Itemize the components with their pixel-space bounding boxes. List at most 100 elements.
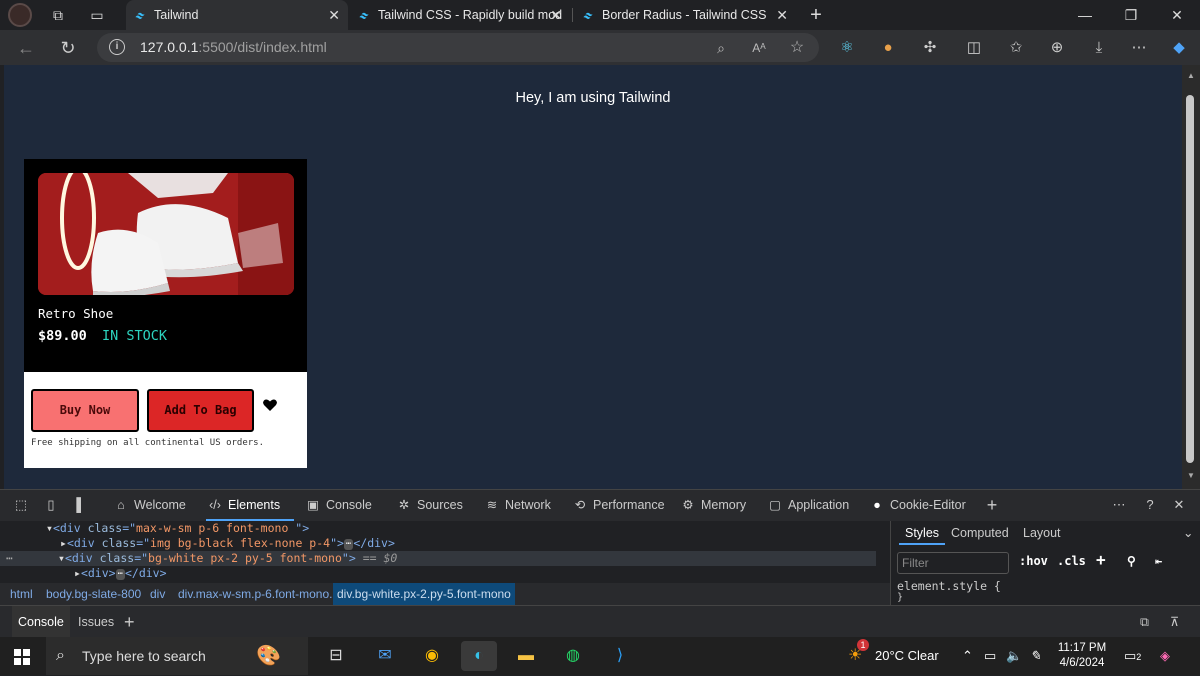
page-scrollbar[interactable]: ▲ ▼	[1182, 65, 1200, 489]
paint-icon[interactable]: ⚲	[1127, 554, 1136, 568]
minimize-button[interactable]: —	[1062, 0, 1108, 30]
breadcrumb-item[interactable]: div	[146, 583, 169, 605]
close-tab-icon[interactable]: ✕	[550, 0, 562, 30]
collapsed-ellipsis[interactable]: ⋯	[343, 539, 354, 550]
tab-styles[interactable]: Styles	[899, 521, 946, 545]
url-text[interactable]: 127.0.0.1:5500/dist/index.html	[140, 33, 327, 62]
chevron-up-icon[interactable]: ⌃	[962, 637, 973, 675]
dom-node[interactable]: ▾<div class="max-w-sm p-6 font-mono ">	[0, 521, 309, 536]
hover-state-toggle[interactable]: :hov	[1019, 554, 1048, 568]
devtools-tab-welcome[interactable]: ⌂ Welcome	[112, 490, 186, 521]
devtools-tab-performance[interactable]: ⟲ Performance	[571, 490, 665, 521]
devtools-menu-icon[interactable]: ⋯	[1110, 496, 1128, 514]
new-tab-button[interactable]: +	[806, 5, 826, 25]
more-tools-icon[interactable]: +	[983, 496, 1001, 514]
battery-icon[interactable]: ▭	[984, 637, 996, 675]
favorite-star-icon[interactable]: ☆	[787, 38, 807, 58]
workspaces-icon[interactable]: ⧉	[48, 5, 68, 25]
dock-side-icon[interactable]: ▌	[72, 496, 90, 514]
node-options-icon[interactable]: ⋯	[6, 551, 13, 566]
breadcrumb-item[interactable]: div.max-w-sm.p-6.font-mono.	[174, 583, 336, 605]
chrome-icon[interactable]: ◉	[414, 641, 450, 671]
tab-actions-icon[interactable]: ▭	[87, 5, 107, 25]
device-toolbar-icon[interactable]: ▯	[42, 496, 60, 514]
edge-icon[interactable]: ◐	[461, 641, 497, 671]
add-drawer-tab-icon[interactable]: +	[118, 606, 141, 638]
taskbar-search[interactable]: ⌕ Type here to search 🎨	[46, 637, 308, 675]
volume-icon[interactable]: 🔈	[1006, 637, 1022, 675]
devtools-tab-console[interactable]: ▣ Console	[304, 490, 372, 521]
breadcrumb-item[interactable]: body.bg-slate-800	[42, 583, 145, 605]
file-explorer-icon[interactable]: ▬	[508, 641, 544, 671]
styles-filter-input[interactable]: Filter	[897, 552, 1009, 574]
drawer-tab-issues[interactable]: Issues	[72, 606, 120, 638]
tab-tailwind[interactable]: Tailwind ✕	[126, 0, 348, 30]
copilot-taskbar-icon[interactable]: ◈	[1160, 637, 1170, 675]
site-info-icon[interactable]: i	[109, 39, 125, 55]
drawer-tab-console[interactable]: Console	[12, 606, 70, 638]
devtools-tab-cookie-editor[interactable]: ● Cookie-Editor	[868, 490, 966, 521]
restore-button[interactable]: ❐	[1108, 0, 1154, 30]
inspect-element-icon[interactable]: ⬚	[12, 496, 30, 514]
breadcrumb-item-selected[interactable]: div.bg-white.px-2.py-5.font-mono	[333, 583, 515, 605]
refresh-icon[interactable]: ↻	[57, 37, 79, 59]
buy-now-button[interactable]: Buy Now	[31, 389, 139, 432]
add-to-bag-button[interactable]: Add To Bag	[147, 389, 254, 432]
react-devtools-icon[interactable]: ⚛	[836, 37, 858, 59]
downloads-icon[interactable]: ⤓	[1088, 37, 1110, 59]
whatsapp-icon[interactable]: ◍	[555, 641, 591, 671]
devtools-tab-network[interactable]: ≋ Network	[483, 490, 551, 521]
split-screen-icon[interactable]: ◫	[963, 37, 985, 59]
devtools-tab-memory[interactable]: ⚙ Memory	[679, 490, 746, 521]
scroll-up-icon[interactable]: ▲	[1186, 71, 1196, 80]
class-toggle[interactable]: .cls	[1057, 554, 1086, 568]
windows-start-icon[interactable]	[14, 649, 30, 665]
sidebar-toggle-icon[interactable]: ⇤	[1155, 554, 1162, 568]
cookie-icon[interactable]: ●	[877, 37, 899, 59]
more-menu-icon[interactable]: ⋯	[1128, 37, 1150, 59]
scrollbar-thumb[interactable]	[1186, 95, 1194, 463]
breadcrumb-item[interactable]: html	[6, 583, 37, 605]
zoom-icon[interactable]: ⌕	[711, 38, 731, 58]
close-tab-icon[interactable]: ✕	[776, 0, 788, 30]
tab-computed[interactable]: Computed	[945, 521, 1015, 545]
mail-icon[interactable]: ✉	[367, 641, 403, 671]
weather-text[interactable]: 20°C Clear	[875, 637, 939, 675]
tab-tailwind-docs[interactable]: Tailwind CSS - Rapidly build mod ✕	[350, 0, 570, 30]
chip-icon: ⚙	[682, 498, 694, 512]
heart-icon[interactable]	[262, 397, 278, 413]
devtools-tab-application[interactable]: ▢ Application	[766, 490, 849, 521]
notifications-icon[interactable]: ▭2	[1124, 637, 1141, 675]
address-bar[interactable]: i 127.0.0.1:5500/dist/index.html ⌕ Aᴬ ☆	[97, 33, 819, 62]
collections-icon[interactable]: ⊕	[1046, 37, 1068, 59]
vscode-icon[interactable]: ⟩	[602, 641, 638, 671]
pen-icon[interactable]: ✎	[1030, 637, 1041, 675]
close-tab-icon[interactable]: ✕	[328, 0, 340, 30]
new-style-rule-icon[interactable]: +	[1096, 550, 1106, 569]
close-window-button[interactable]: ✕	[1154, 0, 1200, 30]
back-icon[interactable]: ←	[15, 37, 37, 59]
help-icon[interactable]: ?	[1141, 496, 1159, 514]
dock-drawer-icon[interactable]: ⧉	[1134, 606, 1155, 638]
collapse-drawer-icon[interactable]: ⊼	[1164, 606, 1185, 638]
tab-border-radius[interactable]: Border Radius - Tailwind CSS ✕	[574, 0, 796, 30]
dom-node[interactable]: ▸<div> ⋯ </div>	[0, 566, 167, 581]
copilot-icon[interactable]: ◆	[1168, 37, 1190, 59]
profile-avatar[interactable]	[8, 3, 32, 27]
devtools-tab-sources[interactable]: ✲ Sources	[395, 490, 463, 521]
task-view-icon[interactable]: ⊟	[318, 641, 354, 671]
tab-layout[interactable]: Layout	[1017, 521, 1067, 545]
devtools-tab-elements[interactable]: ‹/› Elements	[206, 490, 295, 521]
bug-icon: ✲	[398, 498, 410, 512]
scroll-down-icon[interactable]: ▼	[1186, 471, 1196, 480]
dom-node-selected[interactable]: ⋯ ▾<div class="bg-white px-2 py-5 font-mo…	[0, 551, 876, 566]
chevron-down-icon[interactable]: ⌄	[1177, 521, 1199, 545]
system-clock[interactable]: 11:17 PM 4/6/2024	[1050, 641, 1114, 671]
dom-node[interactable]: ▸<div class="img bg-black flex-none p-4"…	[0, 536, 395, 551]
close-devtools-icon[interactable]: ✕	[1170, 496, 1188, 514]
element-style-rule[interactable]: element.style {	[897, 579, 1001, 593]
extensions-icon[interactable]: ✣	[919, 37, 941, 59]
read-aloud-icon[interactable]: Aᴬ	[749, 38, 769, 58]
favorites-icon[interactable]: ✩	[1005, 37, 1027, 59]
collapsed-ellipsis[interactable]: ⋯	[115, 569, 125, 580]
